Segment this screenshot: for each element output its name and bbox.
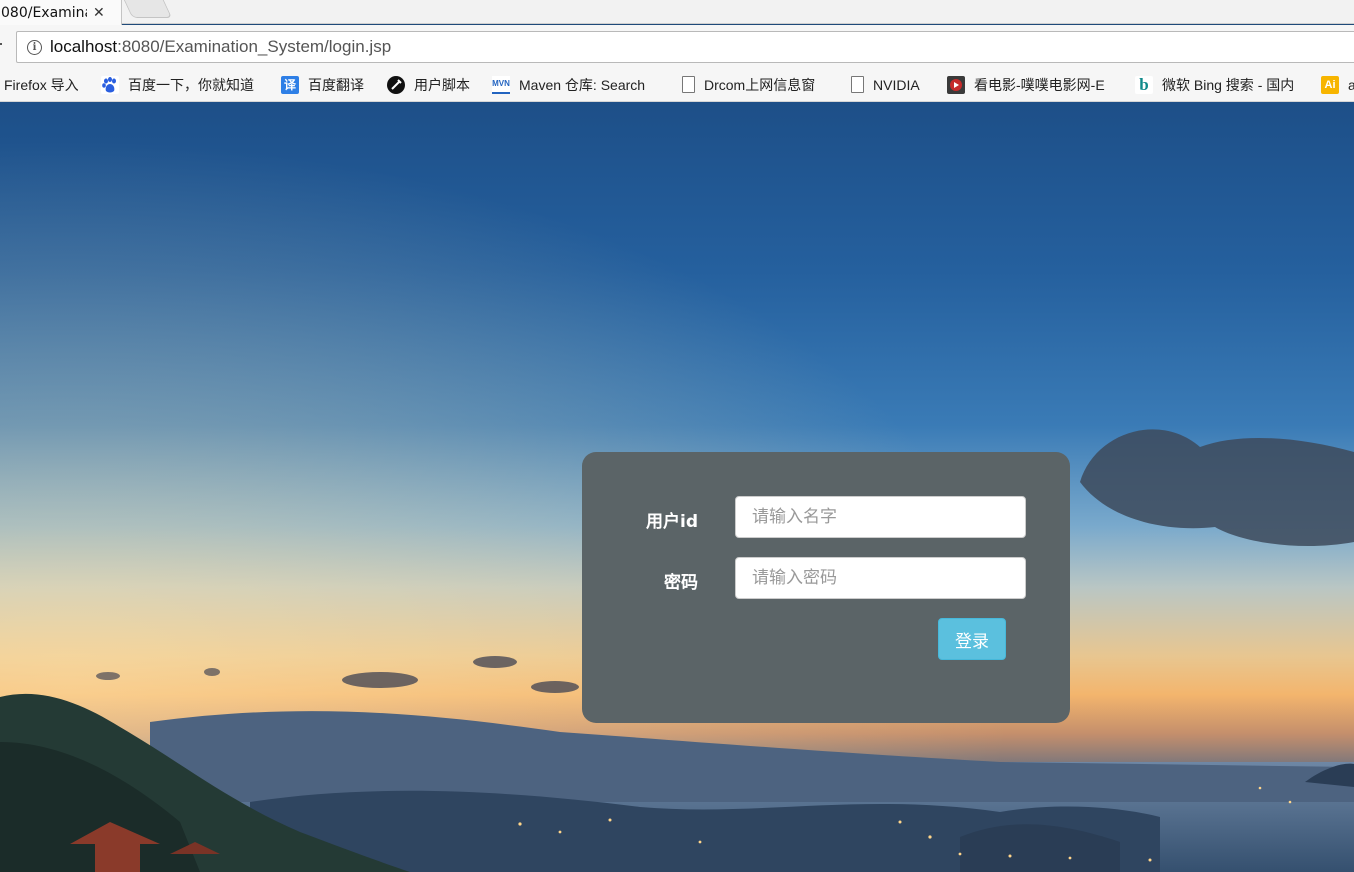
- address-bar[interactable]: i localhost:8080/Examination_System/logi…: [16, 31, 1354, 63]
- browser-tab[interactable]: 080/Examina ✕: [0, 0, 122, 25]
- url-host: localhost: [50, 37, 118, 56]
- baidu-paw-icon: [101, 75, 119, 94]
- bookmark-movie[interactable]: 看电影-噗噗电影网-E: [947, 67, 1119, 102]
- new-tab-button[interactable]: [123, 0, 173, 18]
- bookmark-label: 百度翻译: [308, 76, 364, 93]
- bookmark-label: Drcom上网信息窗: [704, 76, 816, 93]
- bookmark-label: Maven 仓库: Search: [519, 76, 646, 93]
- bookmark-label: 百度一下，你就知道: [128, 76, 254, 93]
- username-input[interactable]: [735, 496, 1026, 538]
- login-panel: 用户id 密码 登录: [582, 452, 1070, 723]
- password-input[interactable]: [735, 557, 1026, 599]
- password-label: 密码: [664, 573, 698, 593]
- bookmark-baidu[interactable]: 百度一下，你就知道: [101, 67, 271, 102]
- fanyi-icon: 译: [281, 75, 299, 94]
- username-label: 用户id: [646, 512, 698, 532]
- back-arrow-icon[interactable]: [0, 37, 4, 51]
- bookmark-label: 用户脚本: [414, 76, 470, 93]
- bing-icon: b: [1135, 75, 1153, 94]
- tab-strip: 080/Examina ✕: [0, 0, 1354, 25]
- bookmark-userscript[interactable]: 用户脚本: [387, 67, 483, 102]
- bookmark-drcom[interactable]: Drcom上网信息窗: [682, 67, 837, 102]
- bookmark-label: NVIDIA: [873, 76, 920, 93]
- ai-icon: Ai: [1321, 75, 1339, 94]
- close-tab-icon[interactable]: ✕: [93, 5, 105, 21]
- url-path: :8080/Examination_System/login.jsp: [117, 37, 392, 56]
- bookmark-label: Firefox 导入: [4, 76, 79, 93]
- browser-toolbar: i localhost:8080/Examination_System/logi…: [0, 25, 1354, 67]
- bookmark-label: a: [1348, 76, 1354, 93]
- bookmark-baidu-fanyi[interactable]: 译 百度翻译: [281, 67, 377, 102]
- page-icon: [851, 76, 864, 93]
- bookmark-maven[interactable]: MVN Maven 仓库: Search: [492, 67, 662, 102]
- movie-icon: [947, 75, 965, 94]
- bookmark-nvidia[interactable]: NVIDIA: [851, 67, 937, 102]
- page-icon: [682, 76, 695, 93]
- url-text[interactable]: localhost:8080/Examination_System/login.…: [50, 37, 391, 57]
- mvn-icon: MVN: [492, 75, 510, 94]
- bookmark-bing[interactable]: b 微软 Bing 搜索 - 国内: [1135, 67, 1307, 102]
- bookmarks-bar: Firefox 导入 百度一下，你就知道 译 百度翻译 用户脚本 MVN Mav…: [0, 67, 1354, 102]
- bookmark-label: 看电影-噗噗电影网-E: [974, 76, 1105, 93]
- bookmark-label: 微软 Bing 搜索 - 国内: [1162, 76, 1295, 93]
- userscript-icon: [387, 75, 405, 94]
- bookmark-firefox-import[interactable]: Firefox 导入: [4, 67, 90, 102]
- bookmark-ai[interactable]: Ai a: [1321, 67, 1354, 102]
- tab-title: 080/Examina: [1, 4, 87, 21]
- login-button[interactable]: 登录: [938, 618, 1006, 660]
- site-info-icon[interactable]: i: [27, 39, 42, 55]
